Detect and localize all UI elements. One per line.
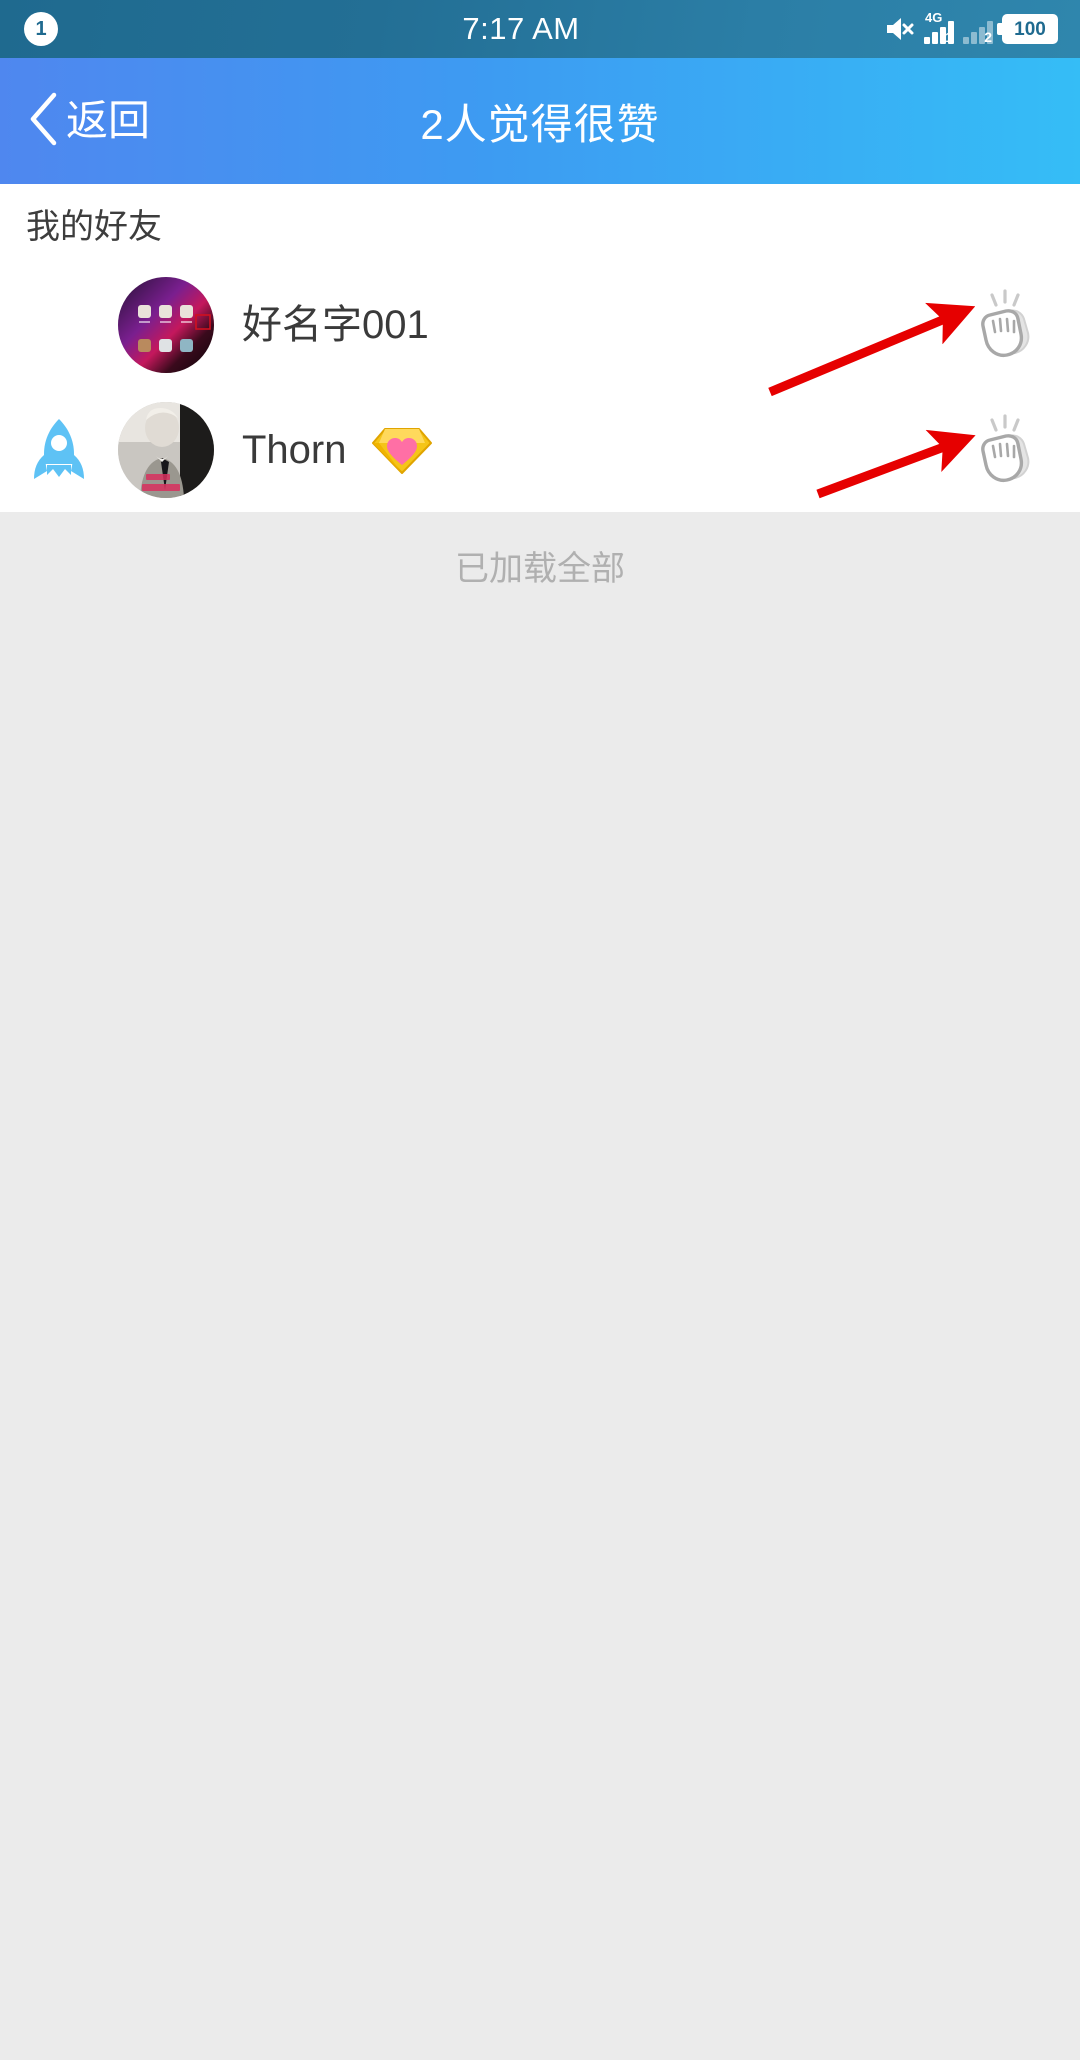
table-row[interactable]: 好名字001 bbox=[0, 262, 1080, 387]
status-bar: 1 7:17 AM 4G 1 2 100 bbox=[0, 0, 1080, 58]
footer-note-wrap: 已加载全部 bbox=[0, 512, 1080, 618]
rocket-icon bbox=[0, 417, 118, 483]
sim1-network-label: 4G bbox=[925, 10, 943, 25]
sim2-slot-label: 2 bbox=[984, 29, 992, 45]
gem-heart-icon bbox=[371, 423, 433, 477]
clapping-hands-icon[interactable] bbox=[930, 410, 1080, 490]
loaded-all-label: 已加载全部 bbox=[0, 512, 1080, 618]
status-bar-right: 4G 1 2 100 bbox=[768, 10, 1080, 45]
back-button[interactable]: 返回 bbox=[18, 58, 164, 184]
row-name-label: Thorn bbox=[242, 427, 347, 472]
status-bar-left: 1 bbox=[0, 12, 274, 46]
avatar-portrait-photo[interactable] bbox=[118, 401, 214, 498]
section-header-my-friends: 我的好友 bbox=[26, 207, 162, 246]
chevron-left-icon bbox=[26, 91, 60, 152]
sim1-signal-icon: 4G 1 bbox=[924, 10, 954, 45]
battery-icon: 100 bbox=[997, 14, 1058, 44]
navigation-bar: 返回 2人觉得很赞 bbox=[0, 58, 1080, 184]
notification-count-badge: 1 bbox=[24, 12, 58, 46]
back-button-label: 返回 bbox=[66, 97, 151, 144]
speaker-mute-icon bbox=[885, 15, 915, 43]
battery-level-label: 100 bbox=[1014, 18, 1046, 40]
notification-count-label: 1 bbox=[35, 18, 47, 40]
sim2-signal-icon: 2 bbox=[963, 14, 993, 44]
sim1-slot-label: 1 bbox=[945, 29, 953, 45]
status-bar-center: 7:17 AM bbox=[274, 11, 768, 47]
clock-label: 7:17 AM bbox=[462, 11, 580, 46]
clapping-hands-icon[interactable] bbox=[930, 285, 1080, 365]
row-name-label: 好名字001 bbox=[242, 302, 429, 347]
avatar-phone-homescreen[interactable] bbox=[118, 276, 214, 373]
table-row[interactable]: Thorn bbox=[0, 387, 1080, 512]
friends-list-panel: 我的好友 好名字001 Thorn 已加载全部 bbox=[0, 184, 1080, 618]
